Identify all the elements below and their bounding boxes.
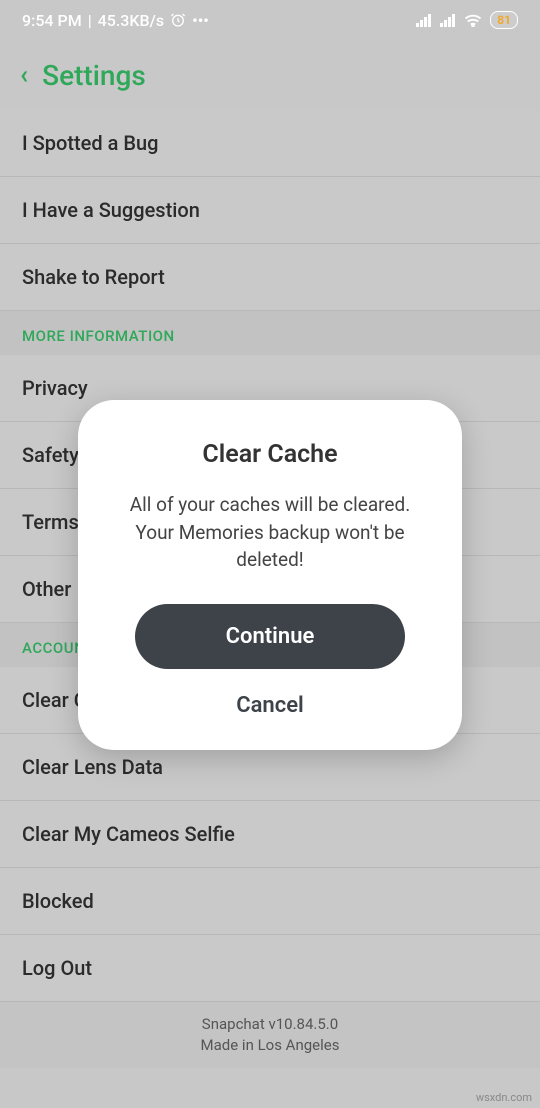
watermark: wsxdn.com [476,1091,532,1104]
modal-overlay[interactable]: Clear Cache All of your caches will be c… [0,0,540,1108]
dialog-body: All of your caches will be cleared. Your… [108,491,432,574]
clear-cache-dialog: Clear Cache All of your caches will be c… [78,400,462,750]
cancel-button[interactable]: Cancel [236,693,304,718]
dialog-title: Clear Cache [108,440,432,469]
continue-button[interactable]: Continue [135,604,405,669]
